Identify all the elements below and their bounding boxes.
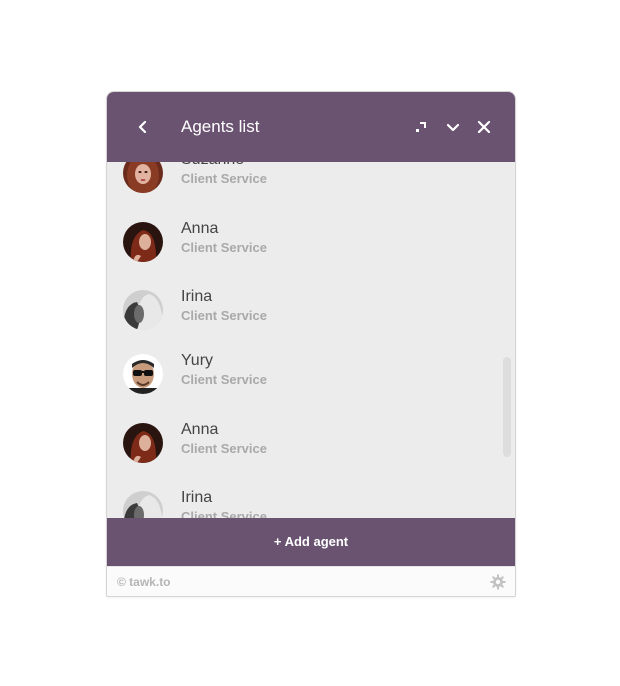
avatar-irina — [123, 290, 163, 330]
agent-role: Client Service — [181, 509, 267, 518]
back-button[interactable] — [128, 112, 158, 142]
list-item[interactable]: Suzanne Client Service — [107, 162, 502, 202]
scrollbar[interactable] — [503, 357, 511, 457]
list-item[interactable]: Irina Client Service — [107, 283, 502, 339]
agent-name: Yury — [181, 352, 214, 369]
agent-role: Client Service — [181, 171, 267, 186]
footer: © tawk.to — [107, 566, 515, 596]
expand-button[interactable] — [406, 112, 436, 142]
widget-header: Agents list — [107, 92, 515, 162]
agent-name: Irina — [181, 288, 213, 305]
agent-name: Anna — [181, 421, 219, 438]
expand-icon — [416, 122, 426, 132]
brand-link[interactable]: © tawk.to — [117, 575, 171, 589]
agent-role: Client Service — [181, 441, 267, 456]
avatar-anna — [123, 222, 163, 262]
chevron-down-icon — [446, 123, 460, 132]
agent-name: Suzanne — [181, 162, 244, 170]
gear-icon — [490, 574, 506, 590]
chat-widget: Agents list Client Service Anna Client S… — [106, 91, 516, 597]
close-button[interactable] — [469, 112, 499, 142]
chevron-left-icon — [138, 120, 147, 134]
avatar-irina — [123, 491, 163, 518]
settings-button[interactable] — [490, 574, 506, 590]
avatar-yury — [123, 354, 163, 394]
list-item[interactable]: Anna Client Service — [107, 215, 502, 271]
add-agent-button[interactable]: + Add agent — [107, 518, 515, 566]
avatar-anna — [123, 423, 163, 463]
close-icon — [477, 120, 491, 134]
agent-role: Client Service — [181, 308, 267, 323]
agents-list[interactable]: Suzanne Client Service Anna Client Servi… — [107, 162, 515, 518]
agent-role: Client Service — [181, 240, 267, 255]
list-item[interactable]: Yury Client Service — [107, 347, 502, 403]
avatar-suzanne — [123, 162, 163, 193]
agent-role: Client Service — [181, 372, 267, 387]
page-title: Agents list — [181, 117, 260, 136]
list-item[interactable]: Anna Client Service — [107, 416, 502, 472]
agent-name: Anna — [181, 220, 219, 237]
agent-name: Irina — [181, 489, 213, 506]
list-item[interactable]: Irina Client Service — [107, 484, 502, 518]
minimize-button[interactable] — [438, 112, 468, 142]
